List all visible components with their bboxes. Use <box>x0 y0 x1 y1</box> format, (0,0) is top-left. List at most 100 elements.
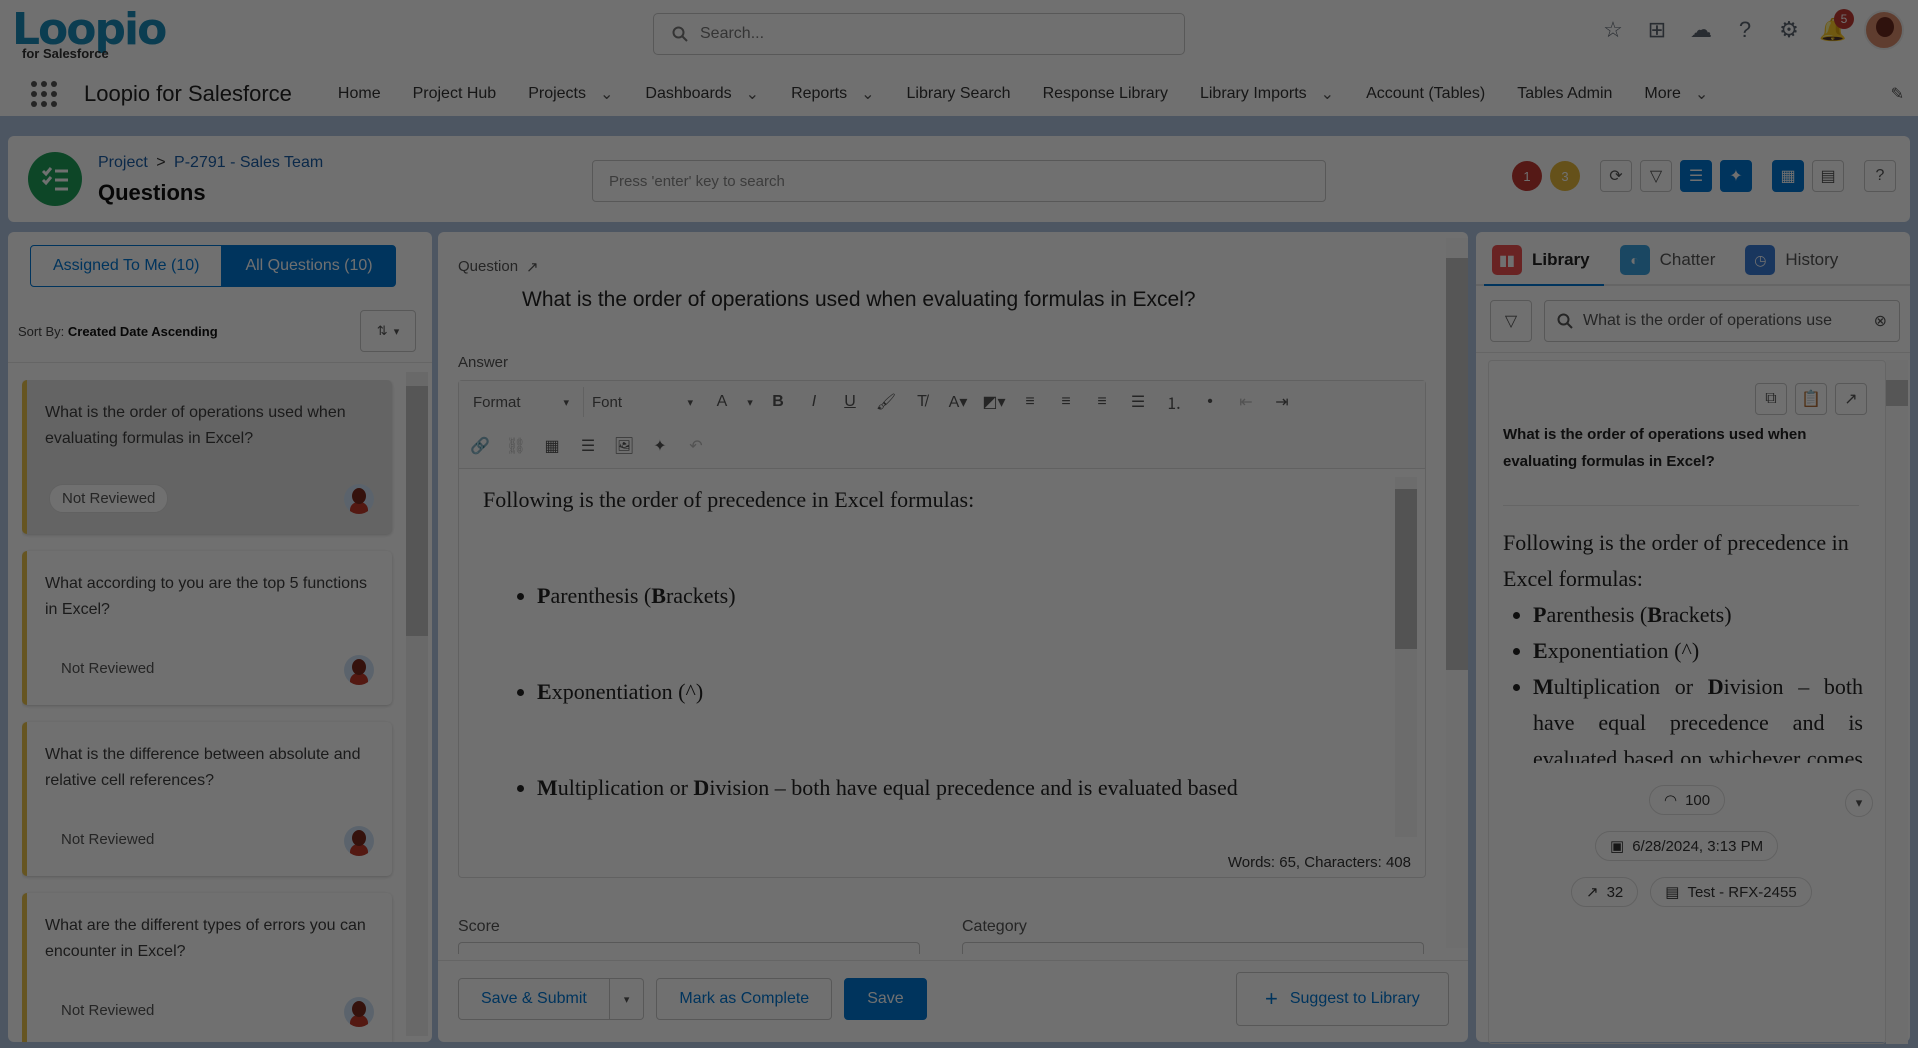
question-list-item[interactable]: What according to you are the top 5 func… <box>22 551 392 705</box>
sort-button[interactable]: ⇅ ▾ <box>360 310 416 352</box>
tab-assigned-to-me[interactable]: Assigned To Me (10) <box>30 245 223 287</box>
clear-search-icon[interactable]: ⊗ <box>1874 311 1887 331</box>
favorites-star-icon[interactable]: ☆ <box>1600 17 1626 43</box>
nav-item-projects[interactable]: Projects ⌄ <box>528 84 613 104</box>
yellow-count-badge[interactable]: 3 <box>1550 161 1580 191</box>
app-launcher-icon[interactable] <box>30 80 58 108</box>
ai-sparkle-icon[interactable]: ✦ <box>645 431 675 461</box>
paste-icon[interactable]: 📋 <box>1795 383 1827 415</box>
user-avatar[interactable] <box>1864 10 1904 50</box>
assignee-avatar[interactable] <box>344 826 374 856</box>
copy-icon[interactable]: ⧉ <box>1755 383 1787 415</box>
assignee-avatar[interactable] <box>344 997 374 1027</box>
chevron-down-icon[interactable]: ⌄ <box>861 84 874 104</box>
category-field[interactable] <box>962 942 1424 954</box>
nav-item-library-search[interactable]: Library Search <box>907 85 1011 103</box>
grid-view-icon[interactable]: ▤ <box>1812 160 1844 192</box>
nav-item-home[interactable]: Home <box>338 85 381 103</box>
tab-history[interactable]: ◷ History <box>1745 240 1838 280</box>
editor-scrollbar[interactable] <box>1395 477 1417 837</box>
unlink-icon[interactable]: ⛓ <box>501 431 531 461</box>
chevron-down-icon[interactable]: ⌄ <box>746 84 759 104</box>
chevron-down-icon[interactable]: ⌄ <box>600 84 613 104</box>
nav-item-project-hub[interactable]: Project Hub <box>413 85 497 103</box>
question-list-item[interactable]: What is the difference between absolute … <box>22 722 392 876</box>
library-scrollbar[interactable] <box>1886 360 1908 1044</box>
format-select[interactable]: Format ▾ <box>465 387 577 417</box>
split-view-icon[interactable]: ▦ <box>1772 160 1804 192</box>
answer-editor[interactable]: Format ▾ Font ▾ A ▾ B I U 🖌 T̸ A▾ ◩▾ ≡ ≡ ≡… <box>458 380 1426 878</box>
red-count-badge[interactable]: 1 <box>1512 161 1542 191</box>
question-list-item[interactable]: What are the different types of errors y… <box>22 893 392 1042</box>
breadcrumb-project[interactable]: Project <box>98 154 148 171</box>
justify-icon[interactable]: ☰ <box>1123 387 1153 417</box>
question-list-scrollbar[interactable] <box>406 372 428 1036</box>
breadcrumb-project-name[interactable]: P-2791 - Sales Team <box>174 154 323 171</box>
help-button-icon[interactable]: ? <box>1864 160 1896 192</box>
chevron-down-icon[interactable]: ⌄ <box>1695 84 1708 104</box>
italic-icon[interactable]: I <box>799 387 829 417</box>
save-submit-dropdown[interactable]: ▾ <box>609 978 645 1020</box>
detail-scrollbar[interactable] <box>1446 238 1468 948</box>
help-icon[interactable]: ? <box>1732 17 1758 43</box>
font-select[interactable]: Font ▾ <box>583 387 701 417</box>
outdent-icon[interactable]: ⇤ <box>1231 387 1261 417</box>
question-search-input[interactable]: Press 'enter' key to search <box>592 160 1326 202</box>
answer-content[interactable]: Following is the order of precedence in … <box>483 487 1383 801</box>
refresh-icon[interactable]: ⟳ <box>1600 160 1632 192</box>
scrollbar-thumb[interactable] <box>1395 489 1417 649</box>
chevron-down-icon[interactable]: ⌄ <box>1321 84 1334 104</box>
nav-item-account-tables[interactable]: Account (Tables) <box>1366 85 1485 103</box>
bold-icon[interactable]: B <box>763 387 793 417</box>
mark-complete-button[interactable]: Mark as Complete <box>656 978 833 1020</box>
indent-icon[interactable]: ⇥ <box>1267 387 1297 417</box>
scrollbar-thumb[interactable] <box>1446 258 1468 670</box>
global-actions-icon[interactable]: ⊞ <box>1644 17 1670 43</box>
scrollbar-thumb[interactable] <box>1886 380 1908 406</box>
global-search[interactable]: Search... <box>653 13 1185 55</box>
ai-sparkle-icon[interactable]: ✦ <box>1720 160 1752 192</box>
numbered-list-icon[interactable]: ⒈ <box>1159 387 1189 417</box>
horizontal-rule-icon[interactable]: ☰ <box>573 431 603 461</box>
font-size-icon[interactable]: A <box>707 387 737 417</box>
tab-all-questions[interactable]: All Questions (10) <box>222 245 396 287</box>
align-left-icon[interactable]: ≡ <box>1015 387 1045 417</box>
expand-chevron-icon[interactable]: ▾ <box>1845 789 1873 817</box>
format-painter-icon[interactable]: 🖌 <box>871 387 901 417</box>
edit-nav-pencil-icon[interactable]: ✎ <box>1891 84 1904 104</box>
tab-chatter[interactable]: ◐ Chatter <box>1619 240 1715 280</box>
library-entry-card[interactable]: ⧉ 📋 ↗ What is the order of operations us… <box>1488 360 1886 1044</box>
settings-gear-icon[interactable]: ⚙ <box>1776 17 1802 43</box>
link-icon[interactable]: 🔗 <box>465 431 495 461</box>
text-color-icon[interactable]: A▾ <box>943 387 973 417</box>
scrollbar-thumb[interactable] <box>406 386 428 636</box>
background-color-icon[interactable]: ◩▾ <box>979 387 1009 417</box>
tab-library[interactable]: ▮▮ Library <box>1492 240 1590 280</box>
library-filter-icon[interactable]: ▽ <box>1490 300 1532 342</box>
save-button[interactable]: Save <box>844 978 927 1020</box>
table-icon[interactable]: ▦ <box>537 431 567 461</box>
undo-icon[interactable]: ↶ <box>681 431 711 461</box>
question-list-item[interactable]: What is the order of operations used whe… <box>22 380 392 534</box>
nav-item-more[interactable]: More ⌄ <box>1644 84 1708 104</box>
suggest-to-library-button[interactable]: + Suggest to Library <box>1236 972 1449 1026</box>
image-icon[interactable]: 🖼 <box>609 431 639 461</box>
filter-icon[interactable]: ▽ <box>1640 160 1672 192</box>
underline-icon[interactable]: U <box>835 387 865 417</box>
open-external-icon[interactable]: ↗ <box>1835 383 1867 415</box>
bulleted-list-icon[interactable]: • <box>1195 387 1225 417</box>
chevron-down-icon[interactable]: ▾ <box>743 387 757 417</box>
nav-item-response-library[interactable]: Response Library <box>1043 85 1168 103</box>
assign-icon[interactable]: ☰ <box>1680 160 1712 192</box>
external-link-icon[interactable]: ↗ <box>526 258 539 276</box>
clear-formatting-icon[interactable]: T̸ <box>907 387 937 417</box>
score-field[interactable] <box>458 942 920 954</box>
align-right-icon[interactable]: ≡ <box>1087 387 1117 417</box>
nav-item-reports[interactable]: Reports ⌄ <box>791 84 874 104</box>
notifications-bell-icon[interactable]: 🔔 5 <box>1819 9 1854 43</box>
assignee-avatar[interactable] <box>344 484 374 514</box>
assignee-avatar[interactable] <box>344 655 374 685</box>
nav-item-dashboards[interactable]: Dashboards ⌄ <box>645 84 759 104</box>
nav-item-library-imports[interactable]: Library Imports ⌄ <box>1200 84 1334 104</box>
setup-assistant-icon[interactable]: ☁ <box>1688 17 1714 43</box>
